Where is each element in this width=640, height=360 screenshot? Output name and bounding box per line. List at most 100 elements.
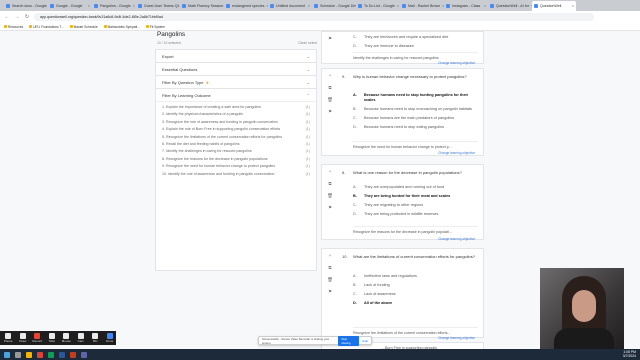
outcome-filter-item[interactable]: 5. Recognize the limitations of the curr… — [162, 135, 310, 140]
outcome-filter-item[interactable]: 3. Recognize the role of awareness and f… — [162, 120, 310, 125]
add-icon[interactable]: + — [329, 73, 332, 78]
tab-label: endangered species — [232, 4, 265, 8]
tab-label: Instagram - Class — [452, 4, 481, 8]
outcome-filter-item[interactable]: 4. Explain the role of Born Free in supp… — [162, 127, 310, 132]
recorder-tool-mic[interactable]: Mic — [89, 332, 102, 344]
tab-label: Pangolins - Google — [100, 4, 131, 8]
bookmark-label: UFLI Foundations T... — [33, 24, 64, 29]
back-icon[interactable]: ← — [4, 14, 10, 20]
browser-tab[interactable]: Math Fluency Session× — [180, 1, 224, 11]
tool-label: Cam — [77, 339, 84, 343]
outcome-filter-item[interactable]: 10. Identify the role of awareness and f… — [162, 172, 310, 177]
bookmark-item[interactable]: Maimonides Sympati... — [103, 25, 140, 29]
change-objective-link[interactable]: Change learning objective — [438, 151, 475, 155]
outcome-filter-item[interactable]: 9. Recognize the need for human behavior… — [162, 164, 310, 169]
chrome-icon[interactable] — [37, 351, 43, 358]
outcome-filter-item[interactable]: 6. Recall the diet and feeding habits of… — [162, 142, 310, 147]
browser-tab[interactable]: Guest User Teams Q1 × — [136, 1, 180, 11]
bookmark-item[interactable]: Resources — [4, 25, 23, 29]
chevron-up-icon: ⌃ — [306, 92, 310, 98]
question-number: 9. — [342, 74, 346, 79]
option-text: Ineffective laws and regulations — [364, 274, 417, 278]
webcam-overlay[interactable] — [540, 268, 624, 350]
favicon-icon — [358, 4, 362, 8]
bookmark-item[interactable]: Fit System — [145, 25, 165, 29]
close-icon[interactable]: × — [484, 4, 486, 8]
browser-tab[interactable]: Google - Google × — [48, 1, 92, 11]
outcome-filter-item[interactable]: 8. Recognize the reasons for the decreas… — [162, 157, 310, 162]
copy-icon[interactable]: ⧉ — [328, 85, 331, 90]
trash-icon[interactable]: 🗑 — [327, 193, 333, 198]
change-objective-link[interactable]: Change learning objective — [438, 61, 475, 65]
screen-share-bar: Screencastify - Screen Video Recorder is… — [258, 335, 372, 346]
windows-start-icon[interactable] — [4, 351, 10, 358]
flag-icon[interactable]: ⚑ — [328, 36, 332, 41]
address-bar[interactable]: app.questionwell.org/question-bank/9c31a… — [34, 13, 594, 21]
close-icon[interactable]: × — [397, 4, 399, 8]
browser-tab[interactable]: Mail - Rachel Brown × — [400, 1, 444, 11]
reload-icon[interactable]: ↻ — [24, 14, 30, 20]
recorder-tool-pause[interactable]: Pause — [2, 332, 15, 344]
recorder-tool-tabs[interactable]: Tabs — [46, 332, 59, 344]
outcome-filter-item[interactable]: 2. Identify the physical characteristics… — [162, 112, 310, 117]
flag-icon[interactable]: ⚑ — [328, 109, 332, 114]
trash-icon[interactable]: 🗑 — [327, 97, 333, 102]
word-icon[interactable] — [59, 351, 65, 358]
outcome-filter-item[interactable]: 1. Explain the importance of creating a … — [162, 105, 310, 110]
hide-button[interactable]: Hide — [362, 339, 368, 343]
flag-icon[interactable]: ⚑ — [328, 289, 332, 294]
tool-label: Draw — [19, 339, 27, 343]
add-icon[interactable]: + — [329, 169, 332, 174]
tab-label: Search docs - Google — [12, 4, 47, 8]
flag-icon[interactable]: ⚑ — [328, 205, 332, 210]
browser-tab[interactable]: Schedule - Google Drive× — [312, 1, 356, 11]
outcome-filter-item[interactable]: 7. Identify the challenges in caring for… — [162, 149, 310, 154]
system-clock[interactable]: 1:08 PM 3/7/2024 — [623, 350, 636, 359]
browser-tab[interactable]: endangered species × — [224, 1, 268, 11]
bookmark-item[interactable]: Master Schedule — [69, 25, 98, 29]
change-objective-link[interactable]: Change learning objective — [438, 336, 475, 340]
recorder-tool-record[interactable]: Record — [31, 332, 44, 344]
browser-tab[interactable]: QuestionWell × — [532, 1, 576, 11]
browser-tab[interactable]: Instagram - Class × — [444, 1, 488, 11]
close-icon[interactable]: × — [88, 4, 90, 8]
question-card: + ⧉ 🗑 ⚑ 8. What is one reason for the decreas… — [321, 164, 484, 241]
tool-label: Mic — [92, 339, 98, 343]
recorder-tool-done[interactable]: Done — [104, 332, 117, 344]
filter-outcome-header[interactable]: Filter By Learning Outcome ⌃ — [156, 89, 316, 102]
forward-icon[interactable]: → — [14, 14, 20, 20]
search-icon[interactable] — [15, 351, 21, 358]
change-objective-link[interactable]: Change learning objective — [438, 237, 475, 241]
file-explorer-icon[interactable] — [26, 351, 32, 358]
close-icon[interactable]: × — [572, 4, 574, 8]
stop-sharing-button[interactable]: Stop sharing — [338, 335, 360, 346]
export-label: Export — [162, 53, 174, 59]
teams-icon[interactable] — [81, 351, 87, 358]
browser-tab[interactable]: To Do List - Google × — [356, 1, 400, 11]
excel-icon[interactable] — [48, 351, 54, 358]
learning-outcome: Recognize the limitations of the current… — [353, 327, 478, 335]
favicon-icon — [534, 4, 538, 8]
powerpoint-icon[interactable] — [70, 351, 76, 358]
browser-tab[interactable]: Search docs - Google× — [4, 1, 48, 11]
close-icon[interactable]: × — [133, 4, 135, 8]
recorder-tool-cam[interactable]: Cam — [75, 332, 88, 344]
close-icon[interactable]: × — [308, 4, 310, 8]
learning-outcome: Recognize the need for human behavior ch… — [353, 141, 478, 149]
question-card: ⚑ C. They are herbivores and require a spe… — [321, 31, 484, 65]
browser-tab[interactable]: Untitled document × — [268, 1, 312, 11]
recorder-tool-mouse[interactable]: Mouse — [60, 332, 73, 344]
recorder-tool-draw[interactable]: Draw — [17, 332, 30, 344]
card-actions: + ⧉ 🗑 ⚑ — [326, 253, 334, 294]
copy-icon[interactable]: ⧉ — [328, 265, 331, 270]
browser-tab[interactable]: Pangolins - Google × — [92, 1, 136, 11]
bookmark-item[interactable]: UFLI Foundations T... — [29, 24, 64, 29]
add-icon[interactable]: + — [329, 253, 332, 258]
trash-icon[interactable]: 🗑 — [327, 277, 333, 282]
favicon-icon — [446, 4, 450, 8]
copy-icon[interactable]: ⧉ — [328, 181, 331, 186]
clear-select-link[interactable]: Clear/ select — [298, 41, 317, 45]
question-number: 8. — [342, 170, 346, 175]
browser-tab[interactable]: QuestionWell - AI for× — [488, 1, 532, 11]
tab-label: To Do List - Google — [364, 4, 395, 8]
